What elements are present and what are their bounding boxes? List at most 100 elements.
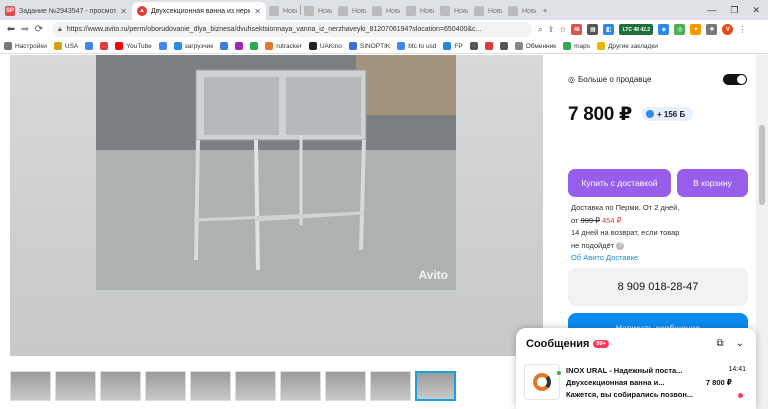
avatar[interactable]: V	[722, 24, 734, 35]
bookmark-item[interactable]: rutracker	[265, 42, 302, 50]
close-window-icon[interactable]: ✕	[752, 5, 760, 16]
product-photo[interactable]: Avito	[96, 55, 456, 290]
bookmark-icon	[100, 42, 109, 50]
bookmarks-bar: Настройки USA YouTube загрузчик rutracker UAK…	[0, 39, 768, 54]
bookmark-label: Настройки	[15, 42, 47, 50]
bookmark-item[interactable]: Настройки	[4, 42, 47, 50]
message-item[interactable]: INOX URAL - Надежный поста... 14:41 Двух…	[524, 361, 750, 405]
star-icon[interactable]: ☆	[559, 25, 566, 34]
gallery-thumbnail[interactable]	[370, 371, 411, 401]
seller-toggle-row[interactable]: ◎ Больше о продавце	[568, 74, 747, 85]
close-icon[interactable]: ✕	[120, 7, 127, 16]
tab-new[interactable]: Новая	[471, 2, 505, 20]
bookmark-item[interactable]	[100, 42, 109, 50]
gallery-thumbnail[interactable]	[415, 371, 456, 401]
back-arrow-icon[interactable]: ⬅	[4, 24, 18, 35]
bookmark-item[interactable]: btc to usd	[397, 42, 436, 50]
add-to-cart-button[interactable]: В корзину	[677, 169, 748, 197]
address-row: ⬅ ➡ ⟳ 🔒︎ https://www.avito.ru/perm/oboru…	[0, 20, 768, 39]
close-icon[interactable]: ✕	[254, 7, 261, 16]
bookmark-item[interactable]: maps	[563, 42, 590, 50]
tab-new[interactable]: Новая	[437, 2, 471, 20]
help-icon[interactable]: ?	[616, 241, 625, 250]
bookmark-icon	[265, 42, 274, 50]
bookmark-item[interactable]	[158, 42, 167, 50]
tab-new[interactable]: Новая	[335, 2, 369, 20]
scrollbar-thumb[interactable]	[759, 125, 765, 205]
maximize-icon[interactable]: ❐	[730, 5, 738, 16]
tab-label: Новая	[522, 7, 536, 15]
extension-icon[interactable]: ▦	[587, 24, 599, 35]
gallery-thumbnail[interactable]	[100, 371, 141, 401]
tab-new[interactable]: Новая	[505, 2, 539, 20]
bookmark-item[interactable]	[484, 42, 493, 50]
tab-label: Задание №2943547 - просмотр з	[19, 7, 117, 15]
bookmark-icon	[115, 42, 124, 50]
bookmark-item[interactable]	[499, 42, 508, 50]
bookmark-item[interactable]	[235, 42, 244, 50]
bonus-icon	[646, 110, 654, 118]
tab-avito[interactable]: ▲ Двухсекционная ванна из нерж ✕	[132, 2, 266, 20]
page-scrollbar[interactable]	[756, 55, 768, 409]
about-delivery-link[interactable]: Об Авито Доставке	[571, 252, 749, 265]
extension-icon[interactable]: ◎	[674, 24, 686, 35]
bookmark-item[interactable]: USA	[53, 42, 78, 50]
bookmark-item[interactable]: Обменник	[514, 42, 556, 50]
buy-with-delivery-button[interactable]: Купить с доставкой	[568, 169, 671, 197]
forward-arrow-icon[interactable]: ➡	[18, 24, 32, 35]
show-phone-button[interactable]: 8 909 018-28-47	[568, 268, 748, 306]
puzzle-icon[interactable]: ✚	[706, 24, 718, 35]
gallery-thumbnail[interactable]	[235, 371, 276, 401]
menu-dots-icon[interactable]: ⋮	[738, 25, 746, 34]
bookmark-icon	[348, 42, 357, 50]
bookmark-item[interactable]: Другие закладки	[597, 42, 658, 50]
bookmark-item[interactable]	[220, 42, 229, 50]
tab-new[interactable]: Новая	[369, 2, 403, 20]
chevron-down-icon[interactable]: ⌄	[736, 338, 744, 349]
bookmark-item[interactable]	[85, 42, 94, 50]
page-icon	[508, 6, 518, 16]
bookmark-icon	[443, 42, 452, 50]
extension-icon[interactable]: ◈	[658, 24, 670, 35]
unread-dot	[738, 393, 743, 398]
bookmark-item[interactable]	[250, 42, 259, 50]
bookmark-item[interactable]: FP	[443, 42, 463, 50]
photo-gallery[interactable]: Avito	[10, 55, 543, 356]
return-line-2: не подойдёт ?	[571, 240, 749, 253]
seller-avatar	[524, 364, 560, 400]
reload-icon[interactable]: ⟳	[32, 24, 46, 35]
gallery-thumbnail[interactable]	[190, 371, 231, 401]
tab-task[interactable]: SP Задание №2943547 - просмотр з ✕	[0, 2, 132, 20]
gallery-thumbnail[interactable]	[145, 371, 186, 401]
address-bar[interactable]: 🔒︎ https://www.avito.ru/perm/oborudovani…	[52, 22, 532, 37]
message-preview: Кажется, вы собирались позвон...	[566, 390, 694, 399]
bookmark-item[interactable]: YouTube	[115, 42, 152, 50]
tab-new[interactable]: Нова	[266, 2, 300, 20]
tab-label: Новая	[454, 7, 468, 15]
minimize-icon[interactable]: —	[707, 5, 716, 15]
bookmark-label: rutracker	[276, 42, 302, 50]
seller-logo-icon	[533, 373, 551, 391]
seller-toggle-switch[interactable]	[723, 74, 747, 85]
open-external-icon[interactable]: ⧉	[716, 338, 723, 349]
search-icon[interactable]: ⌕	[538, 25, 542, 35]
gallery-thumbnail[interactable]	[55, 371, 96, 401]
share-icon[interactable]: ⇪	[547, 25, 554, 34]
extension-icon[interactable]: ✦	[690, 24, 702, 35]
new-tab-button[interactable]: +	[539, 2, 557, 20]
extension-icon[interactable]: ◧	[603, 24, 615, 35]
bookmark-item[interactable]: загрузчик	[173, 42, 213, 50]
tab-new[interactable]: Новая	[403, 2, 437, 20]
tab-label: Новая	[488, 7, 502, 15]
bookmark-item[interactable]	[469, 42, 478, 50]
bonus-badge[interactable]: + 156 Б	[642, 107, 694, 121]
bookmark-item[interactable]: SINOPTIK	[348, 42, 390, 50]
gallery-thumbnail[interactable]	[325, 371, 366, 401]
tab-new[interactable]: Новая	[301, 2, 335, 20]
gallery-thumbnail[interactable]	[280, 371, 321, 401]
extension-icon[interactable]: 46	[571, 24, 583, 35]
bookmark-item[interactable]: UAKino	[308, 42, 342, 50]
ltc-extension[interactable]: LTC 48 42.2	[619, 24, 654, 35]
gallery-thumbnail[interactable]	[10, 371, 51, 401]
ltc-value: 48	[633, 26, 639, 33]
